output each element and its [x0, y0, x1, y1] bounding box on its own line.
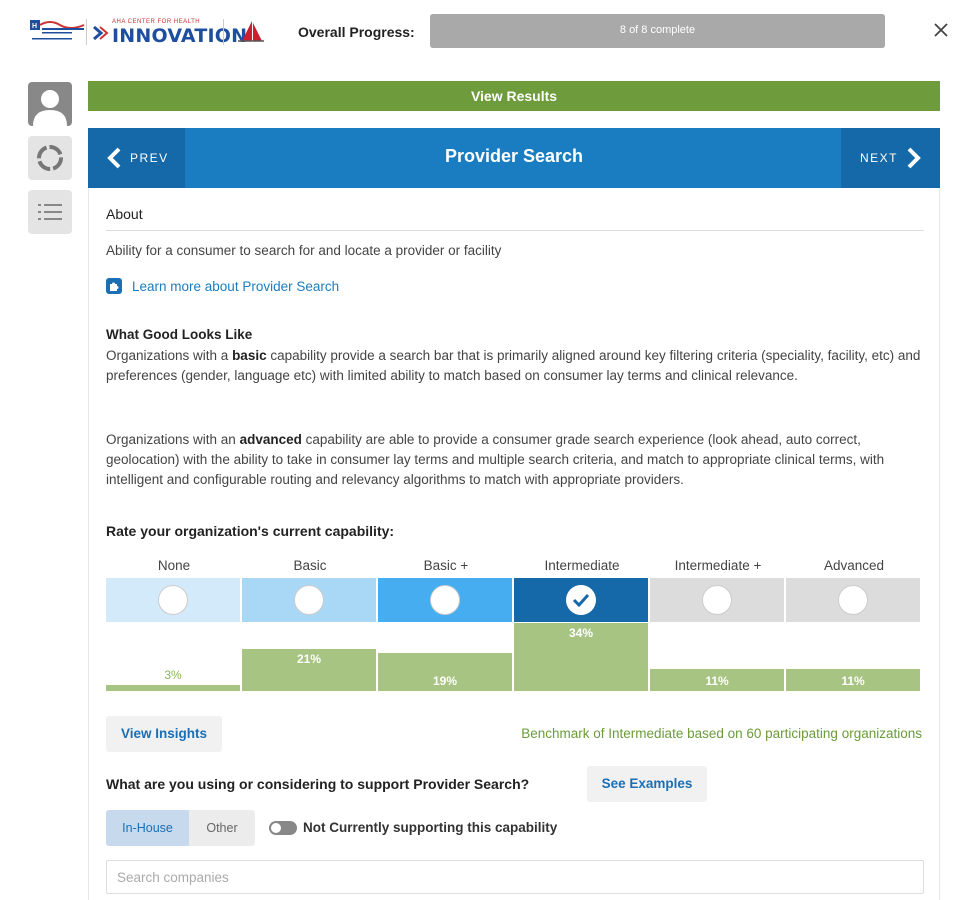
sail-logo	[238, 21, 264, 42]
basic-desc-pre: Organizations with a	[106, 348, 233, 363]
about-text: Ability for a consumer to search for and…	[106, 243, 502, 258]
level-option-basic[interactable]	[378, 578, 512, 622]
learn-more-text: Learn more about Provider Search	[132, 278, 340, 294]
see-examples-button[interactable]: See Examples	[587, 766, 707, 802]
radio-circle-icon	[838, 585, 868, 615]
user-avatar-icon[interactable]	[28, 82, 72, 126]
tab-other[interactable]: Other	[189, 810, 255, 846]
circle-progress-icon[interactable]	[28, 136, 72, 180]
overall-progress-label: Overall Progress:	[298, 24, 415, 40]
benchmark-bar-label: 11%	[705, 674, 729, 688]
not-supporting-label: Not Currently supporting this capability	[303, 820, 558, 835]
basic-desc-bold: basic	[232, 348, 267, 363]
innovation-logo-small-text: AHA CENTER FOR HEALTH	[112, 19, 201, 25]
next-button[interactable]: NEXT	[841, 128, 940, 188]
benchmark-bar	[106, 685, 240, 691]
view-insights-button[interactable]: View Insights	[106, 716, 222, 752]
advanced-description: Organizations with an advanced capabilit…	[106, 430, 928, 490]
level-option-intermediate[interactable]	[650, 578, 784, 622]
source-tabs: In-House Other	[106, 810, 255, 846]
page-title: Provider Search	[444, 146, 584, 166]
top-bar: H AHA CENTER FOR HEALTH INNOVATION Overa…	[0, 0, 961, 66]
level-option-none[interactable]	[106, 578, 240, 622]
radio-circle-icon	[294, 585, 324, 615]
aha-logo: H	[30, 20, 85, 40]
radio-circle-icon	[430, 585, 460, 615]
benchmark-bar-label: 21%	[296, 652, 322, 666]
chevron-right-icon	[907, 147, 921, 169]
level-option-advanced[interactable]	[786, 578, 920, 622]
radio-circle-icon	[702, 585, 732, 615]
list-icon[interactable]	[28, 190, 72, 234]
toggle-knob	[271, 823, 281, 833]
learn-more-link[interactable]: Learn more about Provider Search	[106, 278, 339, 294]
innovation-logo-text: INNOVATION	[112, 25, 248, 47]
level-label: Advanced	[823, 558, 885, 573]
benchmark-bar-label: 11%	[841, 674, 865, 688]
about-heading: About	[106, 206, 143, 222]
benchmark-bar: 21%	[242, 649, 376, 691]
tab-in-house[interactable]: In-House	[106, 810, 189, 846]
overall-progress-text: 8 of 8 complete	[619, 24, 696, 36]
view-results-button[interactable]: View Results	[88, 81, 940, 111]
benchmark-bar-label: 19%	[432, 674, 458, 688]
content-panel: About Ability for a consumer to search f…	[88, 188, 940, 900]
benchmark-bar: 11%	[650, 669, 784, 691]
puzzle-icon	[106, 278, 122, 294]
level-label: Basic	[293, 558, 327, 573]
check-circle-icon	[566, 585, 596, 615]
what-good-heading: What Good Looks Like	[106, 327, 253, 342]
benchmark-bar-label: 3%	[164, 668, 182, 682]
level-label: Intermediate	[544, 558, 620, 573]
next-label: NEXT	[859, 151, 898, 165]
logo-divider	[86, 19, 87, 45]
benchmark-bar: 11%	[786, 669, 920, 691]
innovation-logo-mark	[93, 25, 109, 41]
basic-description: Organizations with a basic capability pr…	[106, 346, 928, 386]
prev-label: PREV	[130, 151, 169, 165]
close-icon[interactable]	[930, 18, 952, 40]
search-companies-input[interactable]	[106, 860, 924, 894]
adv-desc-pre: Organizations with an	[106, 432, 240, 447]
chevron-left-icon	[107, 147, 121, 169]
radio-circle-icon	[158, 585, 188, 615]
adv-desc-bold: advanced	[239, 432, 302, 447]
level-label: None	[157, 558, 191, 573]
benchmark-bar: 34%	[514, 623, 648, 691]
support-heading: What are you using or considering to sup…	[106, 776, 530, 792]
benchmark-text: Benchmark of Intermediate based on 60 pa…	[521, 726, 922, 741]
level-option-basic[interactable]	[242, 578, 376, 622]
level-label: Intermediate +	[674, 558, 762, 573]
logo-divider	[223, 19, 224, 45]
title-bar: PREV Provider Search NEXT	[88, 128, 940, 188]
rate-heading: Rate your organization's current capabil…	[106, 523, 395, 539]
benchmark-bar-label: 34%	[568, 626, 594, 640]
divider	[106, 230, 924, 231]
level-option-intermediate[interactable]	[514, 578, 648, 622]
prev-button[interactable]: PREV	[88, 128, 185, 188]
not-supporting-toggle[interactable]	[269, 821, 297, 835]
benchmark-bar: 19%	[378, 653, 512, 691]
level-label: Basic +	[423, 558, 469, 573]
overall-progress-bar: 8 of 8 complete	[430, 14, 885, 48]
svg-text:H: H	[32, 23, 37, 30]
